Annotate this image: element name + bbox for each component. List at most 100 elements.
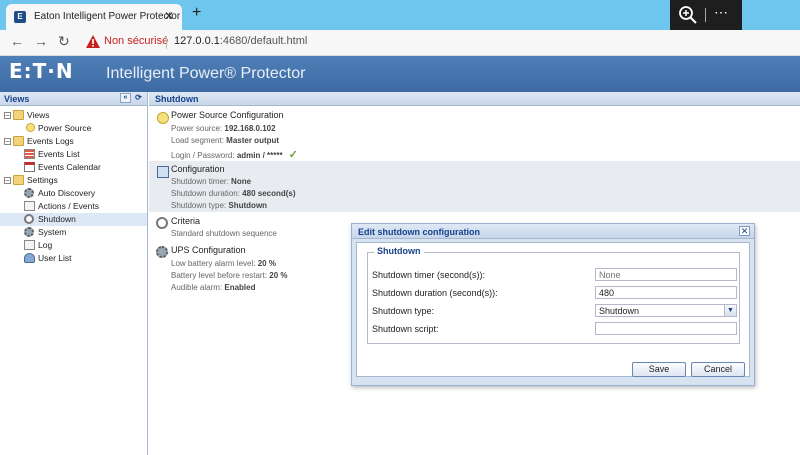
collapse-toggle-icon[interactable]: – <box>4 112 11 119</box>
shutdown-type-select[interactable]: Shutdown ▼ <box>595 304 737 317</box>
configuration-section[interactable]: Configuration Shutdown timer: None Shutd… <box>149 161 800 212</box>
warning-icon[interactable] <box>86 35 100 48</box>
url-separator <box>166 36 167 49</box>
shutdown-panel-title: Shutdown <box>155 94 199 104</box>
tree-item-log[interactable]: Log <box>0 239 147 252</box>
shutdown-script-label: Shutdown script: <box>372 324 439 334</box>
dialog-body: Shutdown Shutdown timer (second(s)): Shu… <box>356 242 750 377</box>
audible-alarm-line: Audible alarm: Enabled <box>171 283 256 292</box>
address-bar: ← → ↻ Non sécurisé 127.0.0.1:4680/defaul… <box>0 30 800 56</box>
folder-icon <box>13 110 24 120</box>
tree-item-events-calendar[interactable]: Events Calendar <box>0 161 147 174</box>
tree-item-label: Settings <box>27 175 58 185</box>
tree-item-events-logs[interactable]: – Events Logs <box>0 135 147 148</box>
reload-icon[interactable]: ↻ <box>58 33 70 50</box>
tree-item-label: Events Calendar <box>38 162 101 172</box>
tree-item-user-list[interactable]: User List <box>0 252 147 265</box>
check-icon: ✓ <box>288 149 298 161</box>
shutdown-panel-header: Shutdown <box>149 92 800 106</box>
close-icon[interactable]: ✕ <box>739 226 750 236</box>
configuration-icon <box>157 166 169 178</box>
views-panel-title: Views <box>4 94 30 104</box>
page-icon <box>24 201 35 211</box>
power-source-line: Power source: 192.168.0.102 <box>171 124 276 133</box>
eaton-logo: E:T·N <box>9 59 74 83</box>
more-options-icon[interactable]: ⋯ <box>714 4 729 21</box>
shutdown-script-input[interactable] <box>595 322 737 335</box>
url-input[interactable]: 127.0.0.1:4680/default.html <box>174 35 307 47</box>
tree-item-actions-events[interactable]: Actions / Events <box>0 200 147 213</box>
collapse-toggle-icon[interactable]: – <box>4 177 11 184</box>
gear-icon <box>24 227 34 237</box>
gear-icon <box>156 246 168 258</box>
dialog-title: Edit shutdown configuration <box>358 227 480 237</box>
section-title: Configuration <box>171 164 225 174</box>
tab-close-icon[interactable]: ✕ <box>164 9 174 23</box>
tree-item-settings[interactable]: – Settings <box>0 174 147 187</box>
low-battery-line: Low battery alarm level: 20 % <box>171 259 276 268</box>
gear-icon <box>24 188 34 198</box>
tree-item-label: Events List <box>38 149 80 159</box>
page-icon <box>24 240 35 250</box>
tree-item-label: Power Source <box>38 123 92 133</box>
section-title: Criteria <box>171 216 201 226</box>
tree-item-auto-discovery[interactable]: Auto Discovery <box>0 187 147 200</box>
chevron-down-icon[interactable]: ▼ <box>724 304 737 317</box>
url-path: :4680/default.html <box>219 35 308 47</box>
power-source-section[interactable]: Power Source Configuration Power source:… <box>149 107 800 161</box>
collapse-toggle-icon[interactable]: – <box>4 138 11 145</box>
tree-item-events-list[interactable]: Events List <box>0 148 147 161</box>
bulb-icon <box>26 123 35 132</box>
tree-item-label: Events Logs <box>27 136 74 146</box>
shutdown-duration-input[interactable]: 480 <box>595 286 737 299</box>
login-password-line: Login / Password: admin / ***** ✓ <box>171 149 298 161</box>
refresh-icon[interactable]: ⟳ <box>133 93 144 103</box>
calendar-icon <box>24 162 35 172</box>
load-segment-line: Load segment: Master output <box>171 136 280 145</box>
browser-tab-strip: E Eaton Intelligent Power Protector ✕ + … <box>0 0 800 30</box>
dialog-header[interactable]: Edit shutdown configuration ✕ <box>352 224 754 239</box>
tree-item-system[interactable]: System <box>0 226 147 239</box>
collapse-panel-icon[interactable]: « <box>120 93 131 103</box>
power-icon <box>156 217 168 229</box>
bulb-icon <box>157 112 169 124</box>
folder-icon <box>13 136 24 146</box>
tree-item-shutdown[interactable]: Shutdown <box>0 213 147 226</box>
new-tab-icon[interactable]: + <box>192 4 201 22</box>
url-host: 127.0.0.1 <box>174 35 220 47</box>
tree-item-label: User List <box>38 253 72 263</box>
save-button[interactable]: Save <box>632 362 686 377</box>
shutdown-type-value: Shutdown <box>599 306 640 316</box>
zoom-in-icon[interactable] <box>678 5 698 25</box>
app-title: Intelligent Power® Protector <box>106 65 306 82</box>
cancel-button[interactable]: Cancel <box>691 362 745 377</box>
not-secure-label[interactable]: Non sécurisé <box>104 35 168 47</box>
shutdown-type-line: Shutdown type: Shutdown <box>171 201 268 210</box>
browser-tab[interactable]: E Eaton Intelligent Power Protector ✕ <box>6 4 182 30</box>
shutdown-duration-label: Shutdown duration (second(s)): <box>372 288 498 298</box>
section-title: UPS Configuration <box>171 245 246 255</box>
views-panel-header: Views « ⟳ <box>0 92 147 106</box>
shutdown-duration-line: Shutdown duration: 480 second(s) <box>171 189 296 198</box>
app-header: E:T·N Intelligent Power® Protector <box>0 56 800 92</box>
fieldset-legend: Shutdown <box>374 246 424 256</box>
shutdown-timer-label: Shutdown timer (second(s)): <box>372 270 486 280</box>
eaton-favicon-icon: E <box>14 11 26 23</box>
list-icon <box>24 149 35 159</box>
toolbar-separator <box>705 8 706 22</box>
battery-restart-line: Battery level before restart: 20 % <box>171 271 288 280</box>
tree-item-label: Actions / Events <box>38 201 99 211</box>
power-icon <box>24 214 34 224</box>
folder-icon <box>13 175 24 185</box>
shutdown-fieldset: Shutdown Shutdown timer (second(s)): Shu… <box>367 246 740 344</box>
tree-item-label: System <box>38 227 67 237</box>
back-arrow-icon[interactable]: ← <box>10 33 24 49</box>
shutdown-timer-input[interactable] <box>595 268 737 281</box>
tree-item-label: Views <box>27 110 50 120</box>
shutdown-timer-line: Shutdown timer: None <box>171 177 252 186</box>
forward-arrow-icon[interactable]: → <box>34 33 48 49</box>
shutdown-type-label: Shutdown type: <box>372 306 435 316</box>
tree-item-power-source[interactable]: Power Source <box>0 122 147 135</box>
tree-item-views[interactable]: – Views <box>0 109 147 122</box>
views-sidebar: Views « ⟳ – Views Power Source – Events … <box>0 92 148 455</box>
